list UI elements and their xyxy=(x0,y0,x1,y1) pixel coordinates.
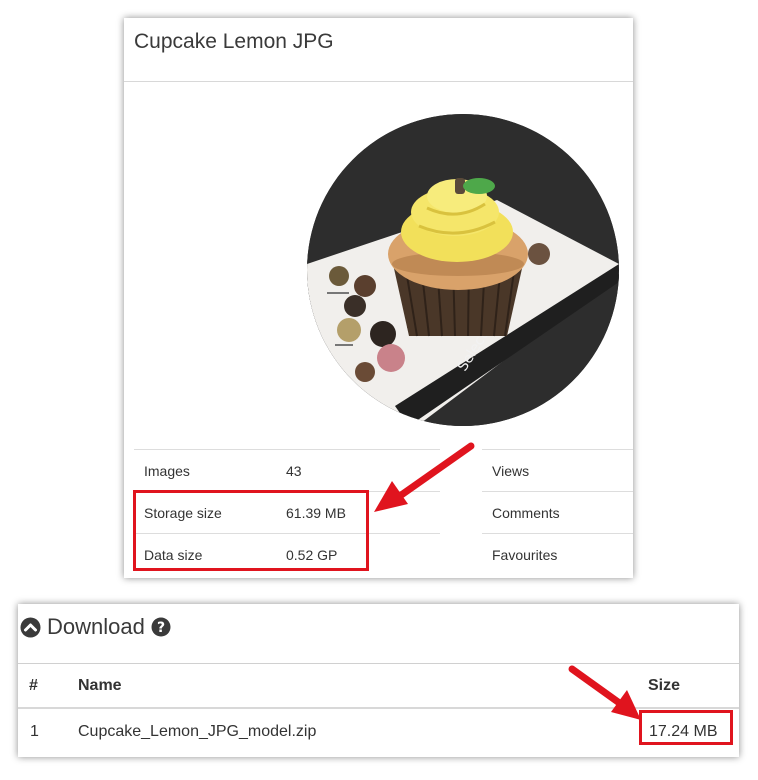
stat-value: 43 xyxy=(286,463,302,479)
stat-row-favourites: Favourites xyxy=(482,533,633,575)
header-divider xyxy=(18,663,739,664)
chevron-up-circle-icon[interactable] xyxy=(20,617,41,638)
download-title: Download xyxy=(47,614,145,639)
download-panel: Download ? # Name Size 1 Cupcake_Lemon_J… xyxy=(18,604,739,757)
stat-label: Images xyxy=(144,463,190,479)
svg-text:?: ? xyxy=(157,620,165,636)
stats-table-right: Views Comments Favourites xyxy=(482,449,633,575)
stat-label: Views xyxy=(492,463,530,479)
download-header[interactable]: Download ? xyxy=(20,612,171,642)
row-index: 1 xyxy=(30,723,39,740)
title-divider xyxy=(124,81,633,82)
stat-label: Favourites xyxy=(492,547,558,563)
column-header-size: Size xyxy=(648,677,681,694)
model-thumbnail[interactable]: Select Range xyxy=(307,114,619,426)
table-header-divider xyxy=(18,707,739,709)
stat-label: Comments xyxy=(492,505,560,521)
model-title: Cupcake Lemon JPG xyxy=(134,30,334,53)
download-file-link[interactable]: Cupcake_Lemon_JPG_model.zip xyxy=(78,723,316,741)
cupcake-photo: Select Range xyxy=(307,114,619,426)
question-circle-icon[interactable]: ? xyxy=(151,617,171,637)
column-header-name: Name xyxy=(78,677,122,694)
column-header-index: # xyxy=(29,677,38,694)
stat-row-comments: Comments xyxy=(482,491,633,533)
stat-row-views: Views xyxy=(482,449,633,491)
highlight-box-stats xyxy=(133,490,369,571)
stat-row-images: Images 43 xyxy=(134,449,440,491)
highlight-box-size xyxy=(639,710,733,745)
